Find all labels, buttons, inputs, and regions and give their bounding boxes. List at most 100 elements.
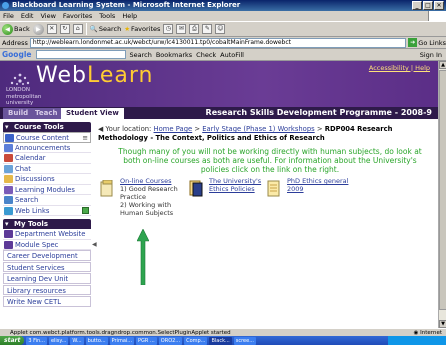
accessibility-help-links[interactable]: Accessibility | Help <box>369 64 430 72</box>
google-search-input[interactable] <box>35 50 126 59</box>
google-bookmarks-button[interactable]: Bookmarks <box>156 51 192 59</box>
sidebar-item-label: Web Links <box>15 206 50 215</box>
taskbar-button-active[interactable]: Black... <box>209 336 232 345</box>
mail-icon[interactable]: ✉ <box>176 24 187 34</box>
scroll-down-icon[interactable]: ▼ <box>439 320 446 328</box>
address-bar: Address http://weblearn.londonmet.ac.uk/… <box>0 37 446 49</box>
weblearn-banner: WebLearn LONDON metropolitan university … <box>0 61 438 107</box>
scroll-up-icon[interactable]: ▲ <box>439 61 446 69</box>
org-line-3: university <box>6 100 34 106</box>
menu-edit[interactable]: Edit <box>20 11 35 21</box>
sidebar-item-learning-modules[interactable]: Learning Modules <box>3 184 91 195</box>
google-check-button[interactable]: Check <box>196 51 216 59</box>
taskbar-button[interactable]: butto... <box>85 336 108 345</box>
go-button[interactable]: ➔ Go <box>408 38 427 47</box>
sidebar-item-label: Discussions <box>15 175 55 183</box>
phd-ethics-link[interactable]: PhD Ethics general 2009 <box>287 177 348 193</box>
address-input[interactable]: http://weblearn.londonmet.ac.uk/webct/ur… <box>29 37 407 48</box>
breadcrumb-home-link[interactable]: Home Page <box>154 125 193 133</box>
taskbar-button[interactable]: W... <box>70 336 84 345</box>
add-icon[interactable] <box>82 206 89 214</box>
search-button[interactable]: 🔍 Search <box>90 25 121 33</box>
sidebar-item-announcements[interactable]: Announcements <box>3 142 91 153</box>
tab-teach[interactable]: Teach <box>30 108 63 119</box>
taskbar-button[interactable]: elisy... <box>48 336 69 345</box>
history-icon[interactable]: ◷ <box>163 24 174 34</box>
google-search-button[interactable]: Search <box>130 51 152 59</box>
maximize-button[interactable]: □ <box>423 1 433 10</box>
online-courses-line-1: 1) Good Research Practice <box>120 185 178 201</box>
sidebar-item-student-services[interactable]: Student Services <box>3 261 91 272</box>
sidebar-item-label: Search <box>15 196 39 204</box>
sidebar-item-department-website[interactable]: Department Website <box>3 229 91 240</box>
online-courses-link[interactable]: On-line Courses <box>120 177 171 185</box>
windows-taskbar: start 3 Fin... elisy... W... butto... Pr… <box>0 336 446 345</box>
course-sidebar: Course Tools Course Content ≡ Announceme… <box>3 122 91 308</box>
sidebar-item-write-new-cetl[interactable]: Write New CETL <box>3 296 91 307</box>
taskbar-button[interactable]: ORO2... <box>158 336 183 345</box>
menu-tools[interactable]: Tools <box>98 11 116 21</box>
refresh-icon[interactable]: ↻ <box>59 24 70 34</box>
sidebar-item-learning-dev-unit[interactable]: Learning Dev Unit <box>3 273 91 284</box>
sidebar-item-calendar[interactable]: Calendar <box>3 153 91 164</box>
search-icon: 🔍 <box>89 25 98 33</box>
taskbar-button[interactable]: scree... <box>233 336 256 345</box>
stop-icon[interactable]: ✕ <box>46 24 57 34</box>
sidebar-item-course-content[interactable]: Course Content ≡ <box>3 132 91 143</box>
messenger-icon[interactable]: ☺ <box>215 24 226 34</box>
favorites-button[interactable]: ★ Favorites <box>124 25 160 33</box>
taskbar-button[interactable]: 3 Fin... <box>26 336 47 345</box>
breadcrumb-early-stage-link[interactable]: Early Stage (Phase 1) Workshops <box>202 125 314 133</box>
minimize-button[interactable]: _ <box>412 1 422 10</box>
sidebar-item-label: Module Spec <box>15 240 59 249</box>
taskbar-button[interactable]: PGR ... <box>136 336 157 345</box>
links-label[interactable]: Links <box>429 39 446 47</box>
google-signin-button[interactable]: Sign In <box>420 51 446 59</box>
taskbar-button[interactable]: Primai... <box>109 336 135 345</box>
taskbar-button[interactable]: Comp... <box>184 336 208 345</box>
close-button[interactable]: ✕ <box>434 1 444 10</box>
page-scrollbar[interactable]: ▲ ▼ <box>438 61 446 328</box>
search-icon <box>4 196 13 204</box>
edit-icon[interactable]: ✎ <box>202 24 213 34</box>
menu-file[interactable]: File <box>2 11 15 21</box>
sidebar-collapse-handle[interactable]: ◀ <box>92 241 97 248</box>
course-tools-header[interactable]: Course Tools <box>3 122 91 132</box>
menu-view[interactable]: View <box>39 11 56 21</box>
scroll-thumb[interactable] <box>439 70 446 310</box>
toolbar-separator <box>85 23 87 35</box>
print-icon[interactable]: ⎙ <box>189 24 200 34</box>
sidebar-item-library-resources[interactable]: Library resources <box>3 284 91 295</box>
annotation-arrow-icon <box>137 229 149 285</box>
page-icon <box>267 180 280 197</box>
tab-student-view[interactable]: Student View <box>61 108 124 119</box>
sidebar-item-module-spec[interactable]: Module Spec <box>3 239 91 250</box>
start-button[interactable]: start <box>0 336 25 345</box>
logo-learn: Learn <box>86 63 154 88</box>
sidebar-item-search[interactable]: Search <box>3 195 91 206</box>
course-notice: Though many of you will not be working d… <box>118 147 422 174</box>
star-icon: ★ <box>124 25 131 33</box>
tab-build[interactable]: Build <box>3 108 34 119</box>
menu-help[interactable]: Help <box>121 11 138 21</box>
google-autofill-button[interactable]: AutoFill <box>220 51 244 59</box>
ie-icon <box>2 2 9 9</box>
sidebar-item-label: Learning Modules <box>15 185 75 194</box>
collapse-icon[interactable]: ≡ <box>82 133 88 143</box>
ethics-policies-link[interactable]: The University's Ethics Policies <box>209 177 261 193</box>
module-spec-icon <box>4 240 13 249</box>
home-icon[interactable]: ⌂ <box>72 24 83 34</box>
collapse-arrow-icon[interactable]: ◀ <box>98 125 103 133</box>
sidebar-item-chat[interactable]: Chat <box>3 163 91 174</box>
forward-button[interactable]: ▶ <box>32 23 44 35</box>
my-tools-header[interactable]: My Tools <box>3 219 91 229</box>
go-label: Go <box>418 38 428 47</box>
sidebar-item-label: Course Content <box>16 134 69 142</box>
sidebar-item-career-development[interactable]: Career Development <box>3 250 91 261</box>
menu-favorites[interactable]: Favorites <box>62 11 93 21</box>
document-icon <box>189 180 203 197</box>
sidebar-item-web-links[interactable]: Web Links <box>3 205 91 216</box>
sidebar-item-discussions[interactable]: Discussions <box>3 174 91 185</box>
back-button[interactable]: ◀ Back <box>2 23 30 35</box>
logo-web: Web <box>36 63 87 88</box>
